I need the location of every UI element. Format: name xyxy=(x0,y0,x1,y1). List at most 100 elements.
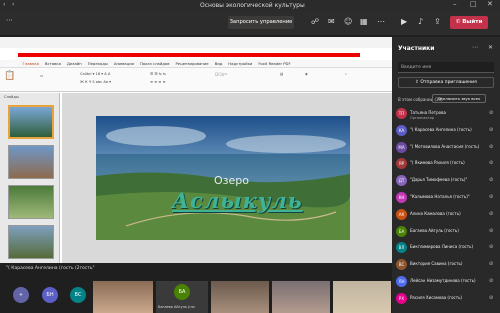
avatar: ДТ xyxy=(396,175,407,187)
mic-muted-icon: ⊘ xyxy=(489,126,494,133)
mic-icon[interactable]: ♪ xyxy=(418,17,423,26)
ppt-red-banner xyxy=(18,53,360,57)
avatar: МА xyxy=(396,141,407,153)
find-icon[interactable]: ⌕ xyxy=(345,72,347,76)
slide-thumb-4[interactable] xyxy=(8,225,54,259)
ribbon-tab[interactable]: Дизайн xyxy=(67,60,82,68)
reactions-icon[interactable]: ☺ xyxy=(344,17,352,26)
slide-thumb-1[interactable] xyxy=(8,105,54,139)
participant-row[interactable]: БА Багаева Айгуль (гость) ⊘ xyxy=(396,224,496,240)
avatar: РХ xyxy=(396,292,407,304)
more-actions-icon[interactable]: ⋯ xyxy=(377,17,385,26)
ribbon-tab[interactable]: Анимация xyxy=(114,60,134,68)
align-controls[interactable]: ≡ ≡ ≡ ≡ xyxy=(150,80,165,84)
participants-icon[interactable]: ☍ xyxy=(311,17,319,26)
participant-row[interactable]: ВЛ Бикглимирова Линиса (гость) ⊘ xyxy=(396,240,496,256)
chat-icon[interactable]: ✉ xyxy=(328,17,335,26)
participant-name: "( Якимова Рахиля (гость) xyxy=(410,160,465,166)
avatar: ТП xyxy=(396,108,407,119)
mic-muted-icon: ⊘ xyxy=(489,294,494,301)
slides-tab[interactable]: Слайды xyxy=(4,95,19,99)
title-bar: ‹ › Основы экологической культуры – □ ✕ xyxy=(0,0,500,11)
leave-button[interactable]: ✆ Выйти xyxy=(450,16,488,29)
video-strip: "( Карасева Ангелина (гость (2гость" + Б… xyxy=(0,263,392,313)
ribbon-tab[interactable]: Главная xyxy=(23,60,39,68)
slide-thumb-2[interactable] xyxy=(8,145,54,179)
video-tile[interactable] xyxy=(211,281,269,313)
main-slide: Озеро Аслыкуль xyxy=(96,116,350,240)
participant-row[interactable]: ЛН Лейсан Низамутдинова (гость) ⊘ xyxy=(396,274,496,290)
participant-row[interactable]: МА "( Мотовилова Анастасия (гость) ⊘ xyxy=(396,140,496,156)
mic-muted-icon: ⊘ xyxy=(489,261,494,268)
ribbon-tab[interactable]: Переходы xyxy=(88,60,108,68)
ribbon-tab[interactable]: Вставка xyxy=(45,60,61,68)
avatar: ЛН xyxy=(396,276,407,287)
invite-button[interactable]: ⇪ Отправка приглашения xyxy=(398,77,494,88)
participant-name: Алина Камалова (гость) xyxy=(410,210,461,216)
participant-row[interactable]: РХ Расиля Хисамова (гость) ⊘ xyxy=(396,291,496,307)
ribbon-tab[interactable]: Рецензирование xyxy=(175,60,208,68)
participant-name: "Дарья Тимофеева (гость)" xyxy=(410,177,468,183)
participants-panel: Участники ⋯ ✕ Введите имя ⇪ Отправка при… xyxy=(392,37,500,313)
participant-name: "Калымова Наталья (гость)" xyxy=(410,194,470,199)
ribbon-tab[interactable]: Показ слайдов xyxy=(140,60,170,68)
request-control-button[interactable]: Запросить управление xyxy=(228,16,294,29)
speaker-name: "( Карасева Ангелина (гость (2гость" xyxy=(6,266,95,271)
mic-muted-icon: ⊘ xyxy=(489,210,494,217)
panel-close-icon[interactable]: ✕ xyxy=(488,44,493,51)
close-icon[interactable]: ✕ xyxy=(487,0,493,8)
participant-row[interactable]: КН "Калымова Наталья (гость)" ⊘ xyxy=(396,190,496,206)
back-icon[interactable]: ‹ xyxy=(3,1,5,8)
panel-more-icon[interactable]: ⋯ xyxy=(472,44,478,51)
forward-icon[interactable]: › xyxy=(12,1,14,8)
participant-row[interactable]: КА "( Карасева Ангелина (гость) ⊘ xyxy=(396,123,496,139)
avatar: БА xyxy=(396,225,407,237)
participant-row[interactable]: ДТ "Дарья Тимофеева (гость)" ⊘ xyxy=(396,173,496,189)
more-participants-icon[interactable]: + xyxy=(13,287,29,303)
mic-muted-icon: ⊘ xyxy=(489,143,494,150)
participant-name: Лейсан Низамутдинова (гость) xyxy=(410,278,476,283)
paragraph-controls[interactable]: ☰ ☰ ⇆ ⇆ xyxy=(150,72,166,76)
quick-styles-icon[interactable]: ◈ xyxy=(305,72,308,76)
paste-icon[interactable]: 📋 xyxy=(4,71,15,81)
participant-row[interactable]: ЯР "( Якимова Рахиля (гость) ⊘ xyxy=(396,156,496,172)
minimize-icon[interactable]: – xyxy=(453,0,457,8)
maximize-icon[interactable]: □ xyxy=(470,0,477,8)
shapes-gallery[interactable]: □○△⇨ xyxy=(215,72,227,76)
font-controls[interactable]: Calibri ▾ 18 ▾ A A xyxy=(80,72,110,76)
video-tile[interactable] xyxy=(93,281,153,313)
mic-muted-icon: ⊘ xyxy=(489,160,494,167)
ribbon-tab[interactable]: Foxit Reader PDF xyxy=(258,60,290,68)
video-tile[interactable] xyxy=(333,281,391,313)
participant-search-input[interactable]: Введите имя xyxy=(398,62,494,73)
participant-row[interactable]: ВС Виктория Савина (гость) ⊘ xyxy=(396,257,496,273)
mic-muted-icon: ⊘ xyxy=(489,244,494,251)
font-style-controls[interactable]: Ж К Ч S abc Aa ▾ xyxy=(80,80,111,84)
ribbon-tab[interactable]: Вид xyxy=(215,60,223,68)
participant-row[interactable]: АК Алина Камалова (гость) ⊘ xyxy=(396,207,496,223)
avatar[interactable]: ВС xyxy=(70,287,86,303)
mic-muted-icon: ⊘ xyxy=(489,177,494,184)
participant-name: Бикглимирова Линиса (гость) xyxy=(410,244,474,250)
create-slide-icon[interactable]: ▭ xyxy=(40,74,43,78)
video-tile[interactable]: БА Багаева Айгуль (гос xyxy=(156,281,208,313)
slides-pane: Слайды xyxy=(0,93,60,263)
participant-row[interactable]: ТП Татьяна Петрова Организатор ⊘ xyxy=(396,106,496,122)
rooms-icon[interactable]: ▦ xyxy=(360,17,368,26)
avatar[interactable]: БН xyxy=(42,287,58,303)
camera-icon[interactable]: ▶ xyxy=(401,17,407,26)
participant-name: Виктория Савина (гость) xyxy=(410,261,463,267)
share-icon[interactable]: ⇪ xyxy=(434,17,441,26)
slide-thumb-3[interactable] xyxy=(8,185,54,219)
participant-name: "( Карасева Ангелина (гость) xyxy=(410,126,472,132)
video-tile[interactable] xyxy=(272,281,330,313)
participant-name: Багаева Айгуль (гость) xyxy=(410,227,459,233)
more-icon[interactable]: ⋯ xyxy=(6,16,13,24)
ribbon-tab[interactable]: Надстройки xyxy=(228,60,252,68)
ribbon-tab[interactable]: Файл xyxy=(6,60,17,68)
mute-all-button[interactable]: Отключить звук всех xyxy=(432,94,486,103)
panel-title: Участники xyxy=(398,45,435,52)
avatar: ВЛ xyxy=(396,242,407,254)
ppt-titlebar xyxy=(0,37,392,48)
arrange-icon[interactable]: ▤ xyxy=(280,72,283,76)
